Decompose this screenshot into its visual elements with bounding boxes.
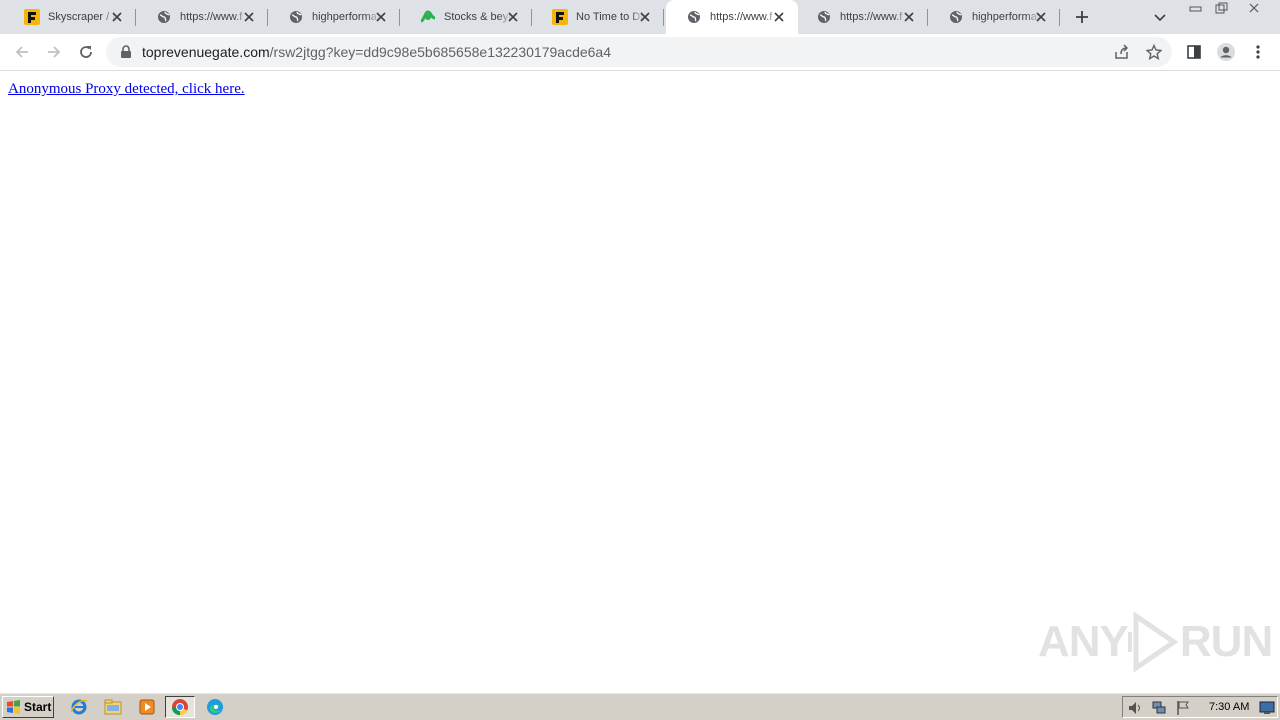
tab-title: Skyscraper / H (48, 11, 116, 23)
globe-icon (156, 9, 172, 25)
tab-title: https://www.f (840, 11, 903, 23)
watermark-text-left: ANY (1038, 617, 1129, 666)
globe-icon (686, 9, 702, 25)
profile-avatar-icon[interactable] (1214, 40, 1238, 64)
proxy-detected-link[interactable]: Anonymous Proxy detected, click here. (8, 81, 245, 98)
tab-title: Stocks & beyo (444, 11, 512, 23)
taskbar: Start 7:30 AM (0, 692, 1280, 720)
chrome-taskbar-icon[interactable] (165, 696, 195, 718)
tab-6-active[interactable]: https://www.f (666, 0, 798, 34)
edge-icon[interactable] (206, 698, 224, 716)
system-tray: 7:30 AM (1122, 696, 1278, 718)
tab-title: highperforman (972, 11, 1040, 23)
address-bar[interactable]: toprevenuegate.com/rsw2jtgg?key=dd9c98e5… (106, 37, 1172, 67)
close-tab-icon[interactable] (242, 10, 256, 24)
tab-strip: Skyscraper / H https://www.f highperform… (0, 0, 1280, 34)
windows-flag-icon (7, 700, 20, 714)
anyrun-watermark: ANY RUN (1038, 612, 1273, 672)
stocks-logo-icon (420, 9, 436, 25)
tab-title: https://www.f (180, 11, 243, 23)
globe-icon (816, 9, 832, 25)
tab-8[interactable]: highperforman (928, 0, 1060, 34)
kebab-menu-icon[interactable] (1246, 40, 1270, 64)
page-content: Anonymous Proxy detected, click here. AN… (0, 72, 1280, 692)
tab-title: highperforman (312, 11, 380, 23)
tab-7[interactable]: https://www.f (796, 0, 928, 34)
tab-title: https://www.f (710, 11, 773, 23)
tab-separator (663, 9, 664, 26)
globe-icon (948, 9, 964, 25)
reload-icon[interactable] (74, 40, 98, 64)
close-tab-icon[interactable] (1034, 10, 1048, 24)
back-arrow-icon[interactable] (10, 40, 34, 64)
show-desktop-icon[interactable] (1259, 700, 1275, 716)
start-label: Start (24, 700, 52, 714)
tab-2[interactable]: https://www.f (136, 0, 268, 34)
clock[interactable]: 7:30 AM (1209, 701, 1249, 713)
close-tab-icon[interactable] (772, 10, 786, 24)
watermark-text-right: RUN (1179, 617, 1273, 666)
tab-3[interactable]: highperforman (268, 0, 400, 34)
share-icon[interactable] (1112, 42, 1132, 62)
play-triangle-icon (1127, 612, 1179, 672)
action-center-flag-icon[interactable] (1175, 700, 1191, 716)
media-player-icon[interactable] (138, 698, 156, 716)
url-path: /rsw2jtgg?key=dd9c98e5b685658e132230179a… (269, 44, 611, 60)
tab-5[interactable]: No Time to Die (532, 0, 664, 34)
close-tab-icon[interactable] (638, 10, 652, 24)
close-tab-icon[interactable] (374, 10, 388, 24)
volume-icon[interactable] (1127, 700, 1143, 716)
tab-search-chevron-icon[interactable] (1152, 9, 1168, 25)
globe-icon (288, 9, 304, 25)
tab-1[interactable]: Skyscraper / H (4, 0, 136, 34)
close-tab-icon[interactable] (902, 10, 916, 24)
f-logo-icon (24, 9, 40, 25)
close-tab-icon[interactable] (110, 10, 124, 24)
restore-icon[interactable] (1212, 0, 1232, 16)
url-text[interactable]: toprevenuegate.com/rsw2jtgg?key=dd9c98e5… (142, 44, 611, 60)
browser-toolbar: toprevenuegate.com/rsw2jtgg?key=dd9c98e5… (0, 34, 1280, 71)
close-tab-icon[interactable] (506, 10, 520, 24)
new-tab-plus-icon[interactable] (1072, 7, 1092, 27)
internet-explorer-icon[interactable] (70, 698, 88, 716)
network-icon[interactable] (1151, 700, 1167, 716)
tab-separator (1059, 9, 1060, 26)
close-window-icon[interactable] (1244, 0, 1264, 16)
lock-icon[interactable] (120, 45, 132, 64)
side-panel-icon[interactable] (1182, 40, 1206, 64)
f-logo-icon (552, 9, 568, 25)
tab-title: No Time to Die (576, 11, 644, 23)
minimize-icon[interactable] (1186, 0, 1206, 16)
start-button[interactable]: Start (2, 696, 54, 718)
tab-4[interactable]: Stocks & beyo (400, 0, 532, 34)
bookmark-star-icon[interactable] (1144, 42, 1164, 62)
forward-arrow-icon[interactable] (42, 40, 66, 64)
folder-icon[interactable] (104, 698, 122, 716)
url-domain: toprevenuegate.com (142, 44, 270, 60)
